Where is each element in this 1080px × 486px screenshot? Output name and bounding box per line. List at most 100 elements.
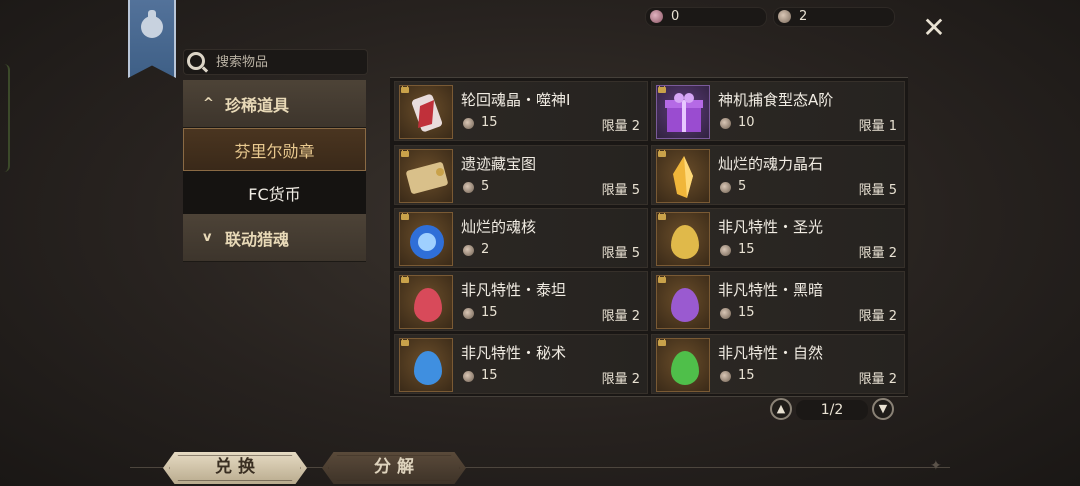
- category-fc-currency[interactable]: FC货币: [183, 171, 366, 214]
- shop-item[interactable]: 遗迹藏宝图 5 限量 5: [394, 145, 648, 205]
- close-button[interactable]: ✕: [920, 14, 948, 42]
- item-name: 非凡特性・自然: [718, 344, 824, 362]
- search-input[interactable]: [214, 52, 363, 72]
- coin-icon: [463, 118, 474, 129]
- tab-decompose[interactable]: 分 解: [322, 452, 466, 484]
- chevron-down-icon: ▼: [878, 402, 888, 415]
- shop-item[interactable]: 非凡特性・泰坦 15 限量 2: [394, 271, 648, 331]
- lock-icon: [401, 276, 409, 283]
- item-thumbnail: [399, 85, 453, 139]
- shop-item[interactable]: 非凡特性・自然 15 限量 2: [651, 334, 905, 394]
- item-thumbnail: [656, 338, 710, 392]
- category-label: 珍稀道具: [225, 95, 290, 115]
- item-name: 非凡特性・黑暗: [718, 281, 824, 299]
- item-cost: 15: [481, 368, 498, 383]
- category-label: 芬里尔勋章: [234, 141, 315, 161]
- green-drop-gem-icon: [671, 351, 699, 385]
- lock-icon: [658, 213, 666, 220]
- coin-icon: [720, 371, 731, 382]
- item-cost: 15: [481, 305, 498, 320]
- item-limit: 限量 2: [601, 309, 640, 324]
- item-cost: 2: [481, 242, 490, 257]
- shop-item[interactable]: 非凡特性・圣光 15 限量 2: [651, 208, 905, 268]
- item-name: 神机捕食型态A阶: [718, 91, 834, 109]
- lock-icon: [658, 339, 666, 346]
- ornament-icon: ✦: [930, 458, 942, 474]
- money-bag-icon: [141, 10, 163, 38]
- blue-drop-gem-icon: [414, 351, 442, 385]
- gold-drop-gem-icon: [671, 225, 699, 259]
- shop-item[interactable]: 灿烂的魂核 2 限量 5: [394, 208, 648, 268]
- chevron-up-icon: ▲: [776, 402, 786, 415]
- treasure-map-scroll-icon: [406, 162, 448, 194]
- page-up-button[interactable]: ▲: [770, 398, 792, 420]
- item-name: 灿烂的魂核: [461, 218, 537, 236]
- lock-icon: [658, 86, 666, 93]
- search-icon: [187, 52, 205, 70]
- lock-icon: [401, 86, 409, 93]
- chevron-up-icon: ^: [203, 96, 214, 111]
- purple-drop-gem-icon: [671, 288, 699, 322]
- coin-icon: [463, 245, 474, 256]
- category-collab-hunt[interactable]: v 联动猎魂: [183, 214, 366, 262]
- item-thumbnail: [656, 212, 710, 266]
- blue-soul-core-icon: [410, 225, 444, 259]
- close-icon[interactable]: ✕: [922, 11, 945, 44]
- item-thumbnail: [399, 149, 453, 203]
- item-thumbnail: [656, 149, 710, 203]
- category-menu: ^ 珍稀道具 芬里尔勋章 FC货币 v 联动猎魂: [183, 80, 366, 262]
- shop-item[interactable]: 非凡特性・黑暗 15 限量 2: [651, 271, 905, 331]
- tab-frame: [328, 455, 460, 481]
- coin-icon: [720, 308, 731, 319]
- red-drop-gem-icon: [414, 288, 442, 322]
- item-limit: 限量 2: [858, 309, 897, 324]
- red-token-icon: [650, 10, 663, 23]
- tab-frame: [169, 455, 301, 481]
- item-limit: 限量 2: [858, 372, 897, 387]
- item-cost: 15: [738, 242, 755, 257]
- item-limit: 限量 1: [858, 119, 897, 134]
- item-name: 灿烂的魂力晶石: [718, 155, 824, 173]
- red-crystal-icon: [411, 94, 443, 132]
- page-indicator: 1/2: [796, 400, 868, 420]
- item-limit: 限量 2: [858, 246, 897, 261]
- item-cost: 5: [738, 179, 747, 194]
- lock-icon: [401, 150, 409, 157]
- coin-icon: [720, 182, 731, 193]
- coin-icon: [720, 245, 731, 256]
- item-limit: 限量 5: [601, 246, 640, 261]
- lock-icon: [658, 150, 666, 157]
- item-cost: 15: [738, 305, 755, 320]
- chevron-down-icon: v: [203, 230, 212, 245]
- lock-icon: [658, 276, 666, 283]
- item-name: 非凡特性・圣光: [718, 218, 824, 236]
- category-fenrir-medal[interactable]: 芬里尔勋章: [183, 128, 366, 171]
- shop-item[interactable]: 灿烂的魂力晶石 5 限量 5: [651, 145, 905, 205]
- item-thumbnail: [399, 338, 453, 392]
- purple-gift-box-icon: [665, 93, 703, 132]
- category-label: FC货币: [248, 184, 301, 204]
- gold-crystal-icon: [673, 156, 693, 198]
- category-rare-items[interactable]: ^ 珍稀道具: [183, 80, 366, 128]
- shop-item[interactable]: 神机捕食型态A阶 10 限量 1: [651, 81, 905, 141]
- coin-icon: [720, 118, 731, 129]
- shop-item[interactable]: 非凡特性・秘术 15 限量 2: [394, 334, 648, 394]
- item-thumbnail: [656, 85, 710, 139]
- left-edge-tab: [0, 64, 10, 172]
- item-limit: 限量 5: [858, 183, 897, 198]
- currency-red-counter: 0: [645, 7, 767, 27]
- guild-banner: [128, 0, 176, 78]
- search-box[interactable]: [183, 49, 368, 75]
- item-cost: 10: [738, 115, 755, 130]
- shop-item[interactable]: 轮回魂晶・噬神Ⅰ 15 限量 2: [394, 81, 648, 141]
- item-grid: 轮回魂晶・噬神Ⅰ 15 限量 2 神机捕食型态A阶 10 限量 1 遗迹藏宝图 …: [390, 77, 908, 397]
- tab-exchange[interactable]: 兑 换: [163, 452, 307, 484]
- item-limit: 限量 5: [601, 183, 640, 198]
- coin-icon: [463, 182, 474, 193]
- item-cost: 15: [738, 368, 755, 383]
- coin-token-icon: [778, 10, 791, 23]
- item-cost: 15: [481, 115, 498, 130]
- item-thumbnail: [399, 212, 453, 266]
- item-limit: 限量 2: [601, 119, 640, 134]
- page-down-button[interactable]: ▼: [872, 398, 894, 420]
